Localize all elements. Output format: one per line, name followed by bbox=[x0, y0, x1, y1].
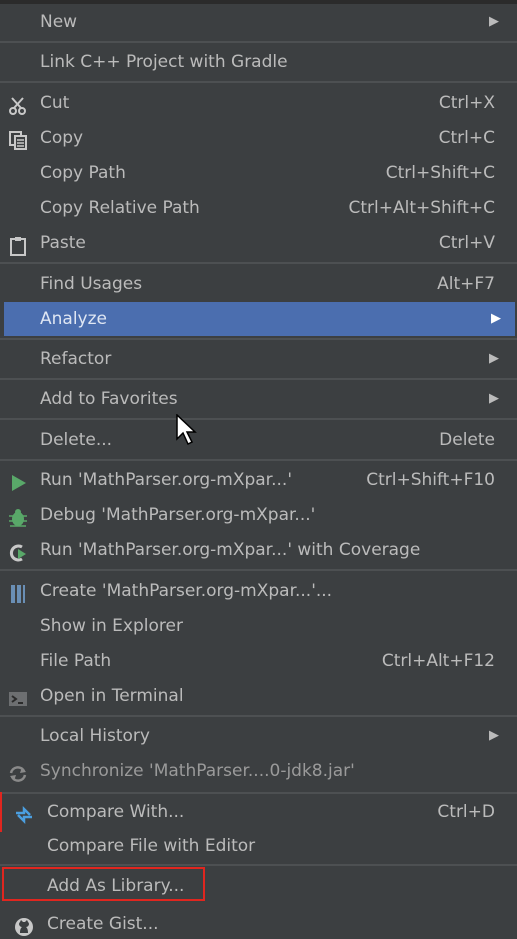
menu-item-link-cpp[interactable]: Link C++ Project with Gradle bbox=[0, 45, 517, 79]
menu-item-analyze[interactable]: Analyze ▶ bbox=[4, 302, 515, 336]
menu-item-label: Create 'MathParser.org-mXpar...'... bbox=[40, 581, 333, 601]
menu-item-label: Run 'MathParser.org-mXpar...' with Cover… bbox=[40, 540, 421, 560]
menu-item-copy[interactable]: Copy Ctrl+C bbox=[0, 121, 517, 155]
submenu-arrow-icon: ▶ bbox=[489, 351, 499, 366]
separator bbox=[0, 418, 517, 420]
menu-item-label: Debug 'MathParser.org-mXpar...' bbox=[40, 505, 316, 525]
clipboard-icon bbox=[8, 234, 28, 256]
menu-item-synchronize[interactable]: Synchronize 'MathParser....0-jdk8.jar' bbox=[0, 754, 517, 788]
menu-item-label: Copy bbox=[40, 128, 84, 148]
highlight-box bbox=[2, 867, 205, 901]
compare-icon bbox=[14, 803, 34, 825]
menu-item-shortcut: Ctrl+X bbox=[438, 93, 495, 113]
menu-item-shortcut: Ctrl+D bbox=[437, 802, 495, 822]
menu-item-shortcut: Ctrl+Shift+C bbox=[385, 163, 495, 183]
menu-item-label: Copy Path bbox=[40, 163, 126, 183]
coverage-icon bbox=[8, 541, 28, 562]
menu-item-label: Find Usages bbox=[40, 274, 143, 294]
separator bbox=[0, 715, 517, 717]
menu-item-label: Refactor bbox=[40, 349, 112, 369]
menu-item-shortcut: Alt+F7 bbox=[437, 274, 495, 294]
menu-item-find-usages[interactable]: Find Usages Alt+F7 bbox=[0, 267, 517, 301]
menu-item-paste[interactable]: Paste Ctrl+V bbox=[0, 226, 517, 260]
menu-item-run-coverage[interactable]: Run 'MathParser.org-mXpar...' with Cover… bbox=[0, 533, 517, 567]
bug-icon bbox=[8, 506, 28, 527]
menu-item-label: Add to Favorites bbox=[40, 389, 178, 409]
mouse-cursor-icon bbox=[176, 413, 198, 446]
menu-item-compare-with[interactable]: Compare With... Ctrl+D bbox=[0, 795, 517, 829]
menu-item-shortcut: Ctrl+C bbox=[438, 128, 495, 148]
config-icon bbox=[8, 582, 28, 603]
menu-item-label: Compare File with Editor bbox=[47, 836, 256, 856]
menu-item-label: Link C++ Project with Gradle bbox=[40, 52, 288, 72]
menu-item-file-path[interactable]: File Path Ctrl+Alt+F12 bbox=[0, 644, 517, 678]
separator bbox=[0, 569, 517, 571]
github-icon bbox=[14, 915, 34, 936]
separator bbox=[0, 792, 517, 794]
menu-top-edge bbox=[0, 0, 517, 4]
separator bbox=[0, 378, 517, 380]
menu-item-label: Synchronize 'MathParser....0-jdk8.jar' bbox=[40, 761, 355, 781]
separator bbox=[0, 864, 517, 866]
menu-item-shortcut: Ctrl+Alt+F12 bbox=[381, 651, 495, 671]
menu-item-create-gist[interactable]: Create Gist... bbox=[0, 907, 517, 939]
run-icon bbox=[8, 471, 28, 491]
menu-item-compare-file-editor[interactable]: Compare File with Editor bbox=[0, 829, 517, 863]
menu-item-copy-path[interactable]: Copy Path Ctrl+Shift+C bbox=[0, 156, 517, 190]
menu-item-label: Show in Explorer bbox=[40, 616, 183, 636]
menu-item-run[interactable]: Run 'MathParser.org-mXpar...' Ctrl+Shift… bbox=[0, 463, 517, 497]
menu-item-add-to-favorites[interactable]: Add to Favorites ▶ bbox=[0, 382, 517, 416]
menu-item-cut[interactable]: Cut Ctrl+X bbox=[0, 86, 517, 120]
menu-item-label: Local History bbox=[40, 726, 150, 746]
separator bbox=[0, 262, 517, 264]
scissors-icon bbox=[8, 94, 28, 115]
sync-icon bbox=[8, 762, 28, 782]
menu-item-debug[interactable]: Debug 'MathParser.org-mXpar...' bbox=[0, 498, 517, 532]
menu-item-show-in-explorer[interactable]: Show in Explorer bbox=[0, 609, 517, 643]
submenu-arrow-icon: ▶ bbox=[489, 728, 499, 743]
submenu-arrow-icon: ▶ bbox=[491, 311, 501, 326]
separator bbox=[0, 41, 517, 43]
copy-icon bbox=[8, 129, 28, 150]
menu-item-delete[interactable]: Delete... Delete bbox=[0, 423, 517, 457]
menu-item-copy-relative-path[interactable]: Copy Relative Path Ctrl+Alt+Shift+C bbox=[0, 191, 517, 225]
menu-item-label: Paste bbox=[40, 233, 86, 253]
menu-item-label: Copy Relative Path bbox=[40, 198, 200, 218]
menu-item-label: Open in Terminal bbox=[40, 686, 184, 706]
menu-item-shortcut: Ctrl+Alt+Shift+C bbox=[348, 198, 495, 218]
menu-item-label: New bbox=[40, 12, 78, 32]
lower-menu-section: Compare With... Ctrl+D Compare File with… bbox=[0, 792, 517, 939]
panel-edge-accent bbox=[0, 792, 2, 832]
submenu-arrow-icon: ▶ bbox=[489, 391, 499, 406]
menu-item-local-history[interactable]: Local History ▶ bbox=[0, 719, 517, 753]
submenu-arrow-icon: ▶ bbox=[489, 14, 499, 29]
menu-item-label: File Path bbox=[40, 651, 112, 671]
menu-item-shortcut: Ctrl+Shift+F10 bbox=[366, 470, 495, 490]
menu-item-label: Create Gist... bbox=[47, 914, 159, 934]
menu-item-create[interactable]: Create 'MathParser.org-mXpar...'... bbox=[0, 574, 517, 608]
menu-item-new[interactable]: New ▶ bbox=[0, 5, 517, 39]
separator bbox=[0, 81, 517, 83]
terminal-icon bbox=[8, 687, 28, 707]
menu-item-label: Analyze bbox=[40, 309, 107, 329]
menu-item-label: Delete... bbox=[40, 430, 113, 450]
menu-item-label: Compare With... bbox=[47, 802, 185, 822]
separator bbox=[0, 338, 517, 340]
menu-item-label: Run 'MathParser.org-mXpar...' bbox=[40, 470, 292, 490]
menu-item-shortcut: Ctrl+V bbox=[438, 233, 495, 253]
menu-item-open-terminal[interactable]: Open in Terminal bbox=[0, 679, 517, 713]
menu-item-shortcut: Delete bbox=[439, 430, 495, 450]
menu-item-label: Cut bbox=[40, 93, 70, 113]
context-menu: New ▶ Link C++ Project with Gradle Cut C… bbox=[0, 0, 517, 939]
menu-item-refactor[interactable]: Refactor ▶ bbox=[0, 342, 517, 376]
separator bbox=[0, 459, 517, 461]
